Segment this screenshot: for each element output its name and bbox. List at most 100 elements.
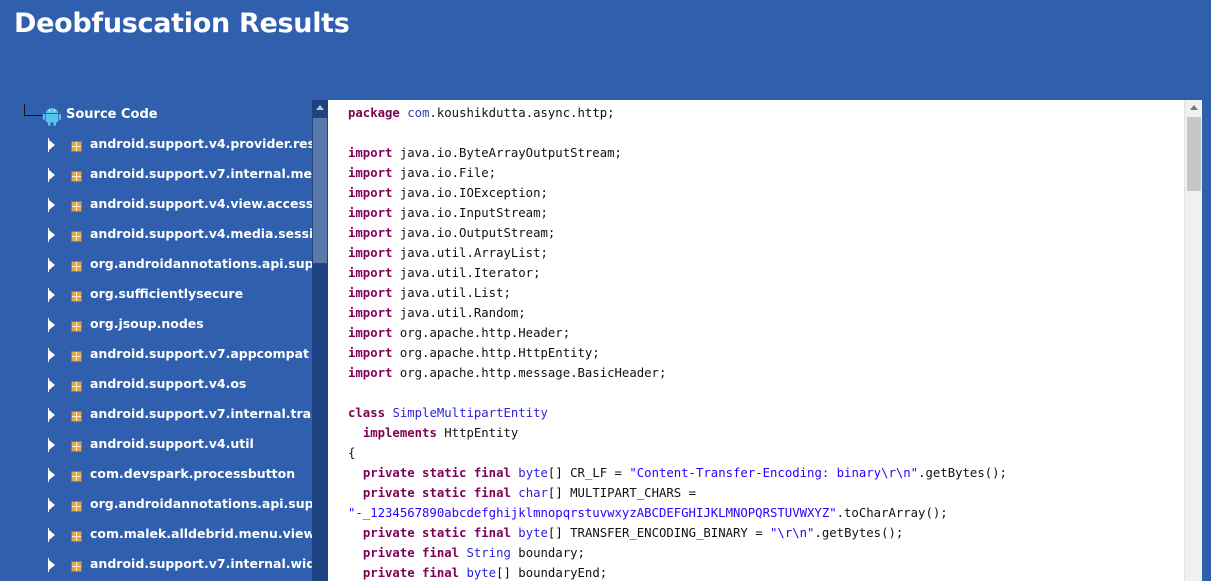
tree-item-package[interactable]: android.support.v7.internal.menu	[0, 164, 328, 194]
code-keyword: import	[348, 166, 393, 180]
code-line: private final byte[] boundaryEnd;	[348, 563, 1178, 581]
expand-arrow-icon[interactable]	[49, 440, 55, 450]
tree-item-label: org.androidannotations.api.support	[90, 256, 328, 271]
code-type: byte	[518, 466, 548, 480]
code-keyword: import	[348, 186, 393, 200]
code-keyword: private final	[362, 546, 460, 560]
expand-arrow-icon[interactable]	[49, 200, 55, 210]
tree-item-label: android.support.v4.view.accessibility	[90, 196, 328, 211]
tree-item-label: com.malek.alldebrid.menu.views	[90, 526, 323, 541]
tree-item-label: android.support.v7.internal.widget	[90, 556, 328, 571]
code-keyword: private final	[362, 566, 460, 580]
expand-arrow-icon[interactable]	[49, 320, 55, 330]
tree-item-package[interactable]: android.support.v4.media.session	[0, 224, 328, 254]
tree-item-package[interactable]: org.jsoup.nodes	[0, 314, 312, 344]
tree-item-package[interactable]: com.malek.alldebrid.menu.views	[0, 524, 323, 554]
expand-arrow-icon[interactable]	[49, 350, 55, 360]
tree-item-package[interactable]: android.support.v4.util	[0, 434, 312, 464]
code-keyword: import	[348, 226, 393, 240]
package-icon	[71, 561, 82, 572]
code-line: import org.apache.http.HttpEntity;	[348, 343, 1178, 363]
tree-item-package[interactable]: org.androidannotations.api.support.	[0, 494, 328, 524]
tree-item-package[interactable]: android.support.v4.os	[0, 374, 312, 404]
expand-arrow-icon[interactable]	[49, 380, 55, 390]
code-line: private final String boundary;	[348, 543, 1178, 563]
code-line: import java.io.OutputStream;	[348, 223, 1178, 243]
tree-item-package[interactable]: com.devspark.processbutton	[0, 464, 312, 494]
expand-arrow-icon[interactable]	[49, 170, 55, 180]
code-scroll-thumb[interactable]	[1187, 117, 1201, 191]
code-text: [] CR_LF =	[547, 466, 630, 480]
source-code-viewer[interactable]: package com.koushikdutta.async.http; impo…	[328, 100, 1202, 581]
expand-arrow-icon[interactable]	[49, 560, 55, 570]
package-icon	[71, 261, 82, 272]
code-text: java.util.List;	[392, 286, 511, 300]
code-line: import java.io.InputStream;	[348, 203, 1178, 223]
expand-arrow-icon[interactable]	[49, 230, 55, 240]
code-line: private static final byte[] TRANSFER_ENC…	[348, 523, 1178, 543]
right-margin	[1202, 100, 1211, 581]
code-type: SimpleMultipartEntity	[392, 406, 548, 420]
code-text: java.io.OutputStream;	[392, 226, 556, 240]
tree-scrollbar[interactable]	[312, 100, 328, 581]
package-icon	[71, 171, 82, 182]
code-line: import java.util.List;	[348, 283, 1178, 303]
code-text-area[interactable]: package com.koushikdutta.async.http; impo…	[348, 103, 1178, 581]
code-line: import org.apache.http.Header;	[348, 323, 1178, 343]
code-keyword: class	[348, 406, 386, 420]
tree-scroll-thumb[interactable]	[313, 118, 327, 263]
code-text: .koushikdutta.async.http;	[429, 106, 615, 120]
code-line: import java.io.ByteArrayOutputStream;	[348, 143, 1178, 163]
code-line: import org.apache.http.message.BasicHead…	[348, 363, 1178, 383]
expand-arrow-icon[interactable]	[49, 410, 55, 420]
code-text: org.apache.http.message.BasicHeader;	[392, 366, 667, 380]
expand-arrow-icon[interactable]	[49, 500, 55, 510]
code-keyword: private static final	[362, 486, 511, 500]
tree-item-label: com.devspark.processbutton	[90, 466, 296, 481]
code-line: {	[348, 443, 1178, 463]
scroll-up-arrow-icon[interactable]	[1190, 105, 1198, 110]
tree-item-package[interactable]: org.androidannotations.api.support	[0, 254, 328, 284]
tree-item-package[interactable]: android.support.v7.appcompat	[0, 344, 312, 374]
code-string: "\r\n"	[770, 526, 815, 540]
tree-item-package[interactable]: org.sufficientlysecure	[0, 284, 312, 314]
package-icon	[71, 501, 82, 512]
code-text: [] TRANSFER_ENCODING_BINARY =	[547, 526, 771, 540]
code-string: "Content-Transfer-Encoding: binary\r\n"	[629, 466, 919, 480]
code-scrollbar[interactable]	[1184, 100, 1202, 581]
tree-item-label: android.support.v7.internal.transition	[90, 406, 328, 421]
code-keyword: import	[348, 146, 393, 160]
code-line: import java.util.Iterator;	[348, 263, 1178, 283]
tree-item-label: org.sufficientlysecure	[90, 286, 244, 301]
expand-arrow-icon[interactable]	[49, 140, 55, 150]
package-icon	[71, 411, 82, 422]
tree-item-label: android.support.v4.media.session	[90, 226, 328, 241]
expand-arrow-icon[interactable]	[49, 530, 55, 540]
scroll-up-arrow-icon[interactable]	[316, 105, 324, 110]
expand-arrow-icon[interactable]	[49, 260, 55, 270]
expand-arrow-icon[interactable]	[49, 290, 55, 300]
code-keyword: implements	[362, 426, 437, 440]
code-line: private static final byte[] CR_LF = "Con…	[348, 463, 1178, 483]
code-type: byte	[518, 526, 548, 540]
tree-item-package[interactable]: android.support.v7.internal.transition	[0, 404, 328, 434]
code-text: java.io.IOException;	[392, 186, 548, 200]
code-text: boundary;	[510, 546, 585, 560]
package-icon	[71, 531, 82, 542]
code-text: java.io.InputStream;	[392, 206, 548, 220]
tree-item-package[interactable]: android.support.v7.internal.widget	[0, 554, 328, 581]
tree-item-package[interactable]: android.support.v4.provider.res	[0, 134, 316, 164]
code-keyword: private static final	[362, 466, 511, 480]
tree-item-label: android.support.v7.internal.menu	[90, 166, 328, 181]
code-text: java.util.Random;	[392, 306, 526, 320]
code-line: import java.io.IOException;	[348, 183, 1178, 203]
expand-arrow-icon[interactable]	[49, 470, 55, 480]
tree-item-label: android.support.v4.provider.res	[90, 136, 316, 151]
tree-root-label: Source Code	[66, 107, 158, 122]
tree-item-label: org.jsoup.nodes	[90, 316, 204, 331]
code-type: String	[466, 546, 511, 560]
tree-item-package[interactable]: android.support.v4.view.accessibility	[0, 194, 328, 224]
